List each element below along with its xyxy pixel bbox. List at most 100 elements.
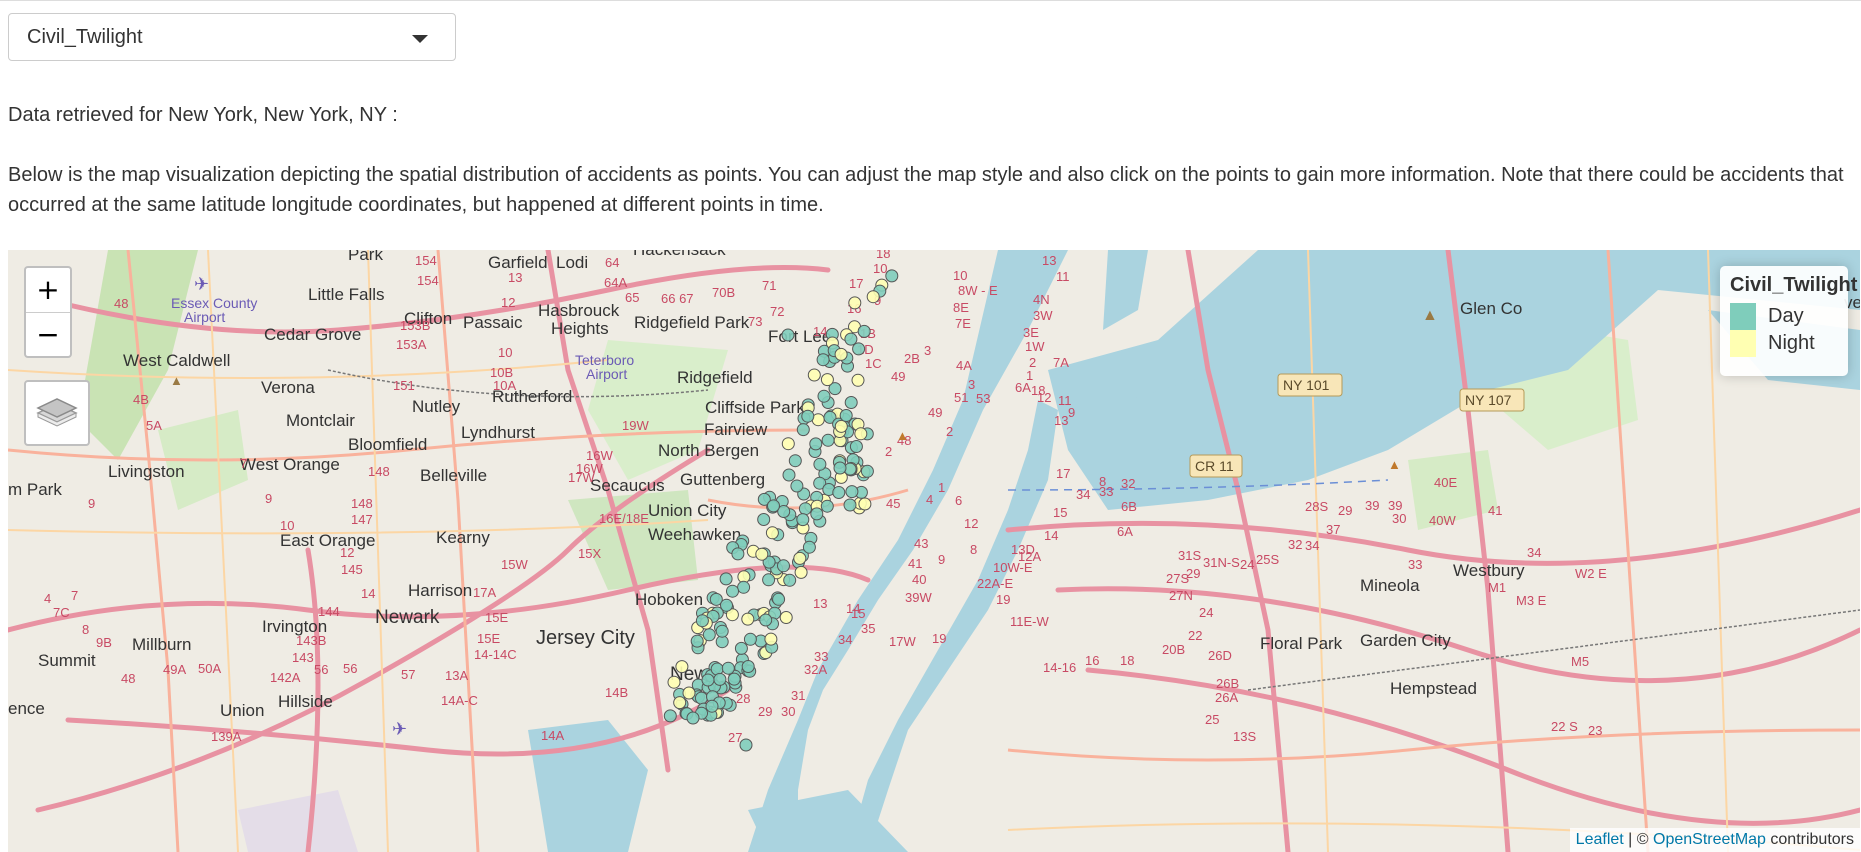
accident-point[interactable] (741, 612, 755, 626)
accident-point[interactable] (720, 598, 733, 612)
accident-point[interactable] (682, 686, 696, 700)
svg-text:41: 41 (1488, 503, 1502, 518)
accident-point[interactable] (834, 419, 848, 433)
accident-point[interactable] (667, 675, 681, 689)
accident-point[interactable] (715, 624, 729, 638)
svg-text:10: 10 (953, 268, 967, 283)
accident-point[interactable] (675, 660, 689, 674)
accident-point[interactable] (782, 468, 796, 482)
accident-point[interactable] (783, 573, 797, 587)
accident-point[interactable] (848, 296, 862, 310)
accident-point[interactable] (781, 328, 795, 342)
accident-point[interactable] (816, 353, 830, 367)
accident-point[interactable] (772, 592, 786, 606)
accident-point[interactable] (764, 632, 778, 646)
svg-text:Summit: Summit (38, 651, 96, 670)
map-tiles[interactable]: Park Garfield Lodi Hackensack Little Fal… (8, 250, 1860, 852)
accident-point[interactable] (813, 457, 827, 471)
variable-select[interactable]: Civil_Twilight (8, 13, 456, 61)
accident-point[interactable] (690, 634, 704, 648)
accident-point[interactable] (765, 526, 779, 540)
accident-point[interactable] (695, 614, 709, 628)
accident-point[interactable] (821, 433, 835, 447)
svg-text:Livingston: Livingston (108, 462, 185, 481)
accident-point[interactable] (809, 437, 823, 451)
accident-point[interactable] (839, 409, 853, 422)
accident-point[interactable] (734, 641, 748, 655)
svg-text:24: 24 (1199, 605, 1213, 620)
accident-point[interactable] (817, 389, 831, 403)
accident-point[interactable] (796, 513, 810, 527)
accident-point[interactable] (820, 373, 834, 387)
accident-point[interactable] (794, 565, 808, 579)
svg-text:34: 34 (1527, 545, 1541, 560)
accident-point[interactable] (857, 324, 871, 338)
accident-point[interactable] (820, 499, 834, 513)
svg-text:29: 29 (1338, 503, 1352, 518)
accident-point[interactable] (739, 738, 753, 752)
accident-point[interactable] (801, 409, 815, 423)
accident-point[interactable] (854, 427, 868, 441)
zoom-out-button[interactable]: − (26, 313, 70, 357)
accident-point[interactable] (858, 497, 872, 511)
accident-point[interactable] (731, 547, 745, 561)
accident-point[interactable] (832, 486, 846, 499)
accident-point[interactable] (833, 461, 847, 475)
accident-point[interactable] (727, 672, 741, 686)
accident-point[interactable] (741, 660, 755, 673)
svg-text:7A: 7A (1053, 355, 1069, 370)
accident-point[interactable] (719, 572, 733, 586)
accident-point[interactable] (713, 672, 727, 686)
accident-point[interactable] (701, 673, 715, 687)
svg-text:4B: 4B (133, 392, 149, 407)
svg-text:24: 24 (1240, 557, 1254, 572)
accident-point[interactable] (849, 440, 863, 453)
accident-point[interactable] (802, 540, 816, 554)
accident-point[interactable] (755, 547, 769, 561)
zoom-in-button[interactable]: + (26, 268, 70, 313)
accident-map[interactable]: Park Garfield Lodi Hackensack Little Fal… (8, 250, 1860, 852)
accident-point[interactable] (705, 699, 719, 713)
accident-point[interactable] (762, 573, 776, 587)
legend-swatch-night (1730, 330, 1756, 357)
svg-text:M5: M5 (1571, 654, 1589, 669)
accident-point[interactable] (726, 584, 739, 598)
accident-point[interactable] (796, 423, 810, 437)
accident-point[interactable] (810, 507, 824, 521)
accident-point[interactable] (793, 551, 807, 565)
osm-link[interactable]: OpenStreetMap (1653, 831, 1766, 848)
svg-text:40E: 40E (1434, 475, 1457, 490)
layers-button[interactable] (24, 380, 90, 446)
accident-point[interactable] (759, 613, 773, 627)
accident-point[interactable] (788, 454, 802, 468)
leaflet-link[interactable]: Leaflet (1576, 831, 1624, 848)
accident-point[interactable] (807, 368, 821, 382)
accident-point[interactable] (798, 502, 812, 516)
accident-point[interactable] (866, 290, 880, 304)
accident-point[interactable] (673, 696, 687, 710)
svg-text:11E-W: 11E-W (1010, 614, 1049, 629)
accident-point[interactable] (694, 691, 708, 705)
accident-point[interactable] (743, 632, 757, 646)
accident-point[interactable] (860, 464, 874, 478)
accident-point[interactable] (663, 709, 677, 723)
accident-point[interactable] (757, 513, 771, 526)
accident-point[interactable] (702, 628, 716, 642)
accident-point[interactable] (844, 396, 858, 409)
accident-point[interactable] (779, 611, 793, 624)
accident-point[interactable] (852, 342, 866, 356)
accident-point[interactable] (767, 499, 780, 513)
accident-point[interactable] (834, 347, 848, 361)
accident-point[interactable] (737, 580, 751, 594)
accident-point[interactable] (686, 711, 700, 725)
accident-point[interactable] (843, 498, 857, 512)
svg-text:Cedar Grove: Cedar Grove (264, 325, 361, 344)
accident-point[interactable] (721, 661, 735, 675)
accident-point[interactable] (777, 559, 790, 573)
accident-point[interactable] (781, 437, 795, 451)
accident-point[interactable] (885, 269, 899, 283)
accident-point[interactable] (844, 332, 858, 346)
accident-point[interactable] (845, 485, 859, 499)
accident-point[interactable] (790, 479, 804, 493)
accident-point[interactable] (851, 373, 865, 387)
